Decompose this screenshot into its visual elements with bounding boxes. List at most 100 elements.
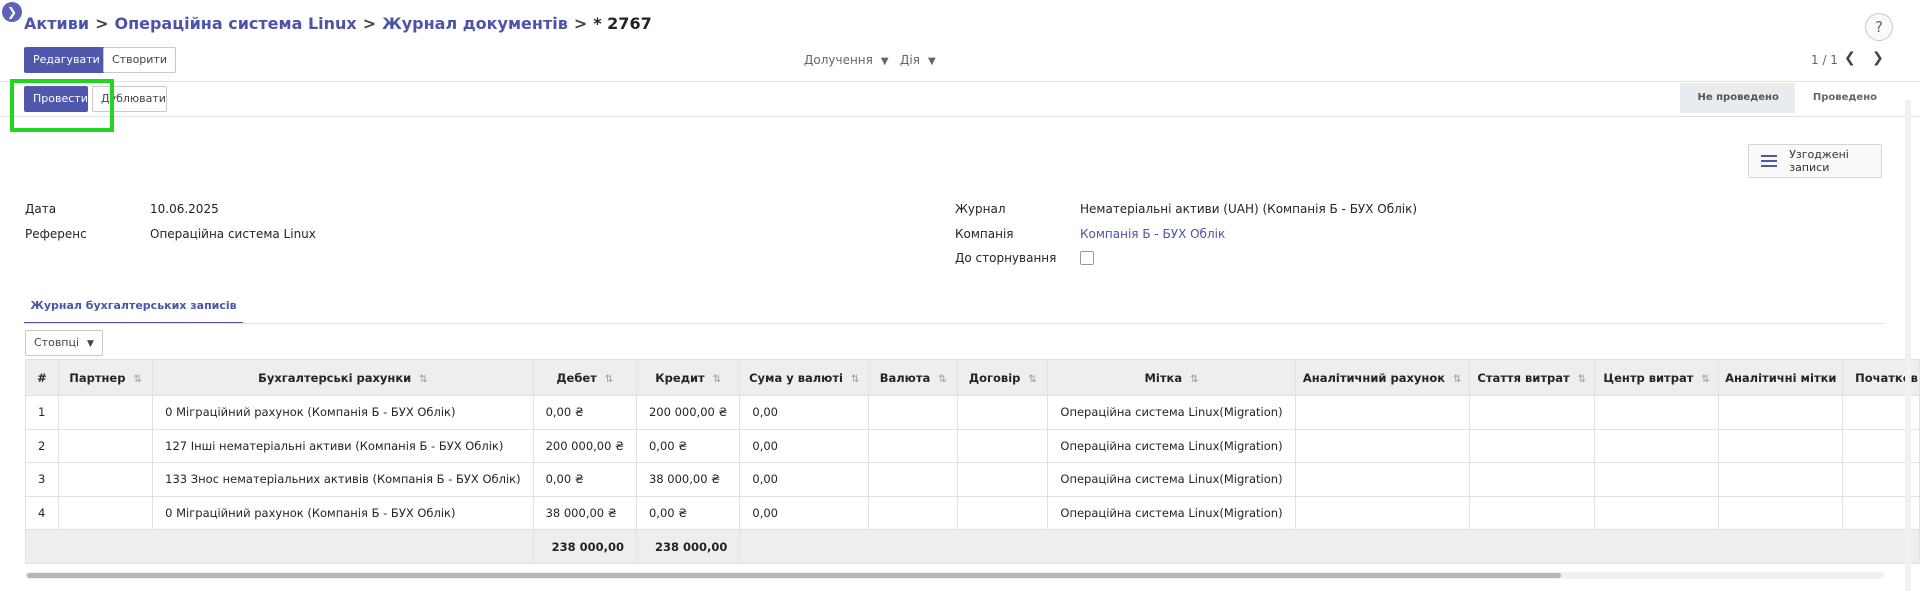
cell-contract[interactable] [957,462,1049,497]
breadcrumb-item-journal-entries[interactable]: Журнал документів [382,14,568,33]
cell-amount-currency[interactable]: 0,00 [739,462,870,497]
cell-amount-currency[interactable]: 0,00 [739,495,870,530]
cell-debit[interactable]: 0,00 ₴ [532,462,637,497]
cell-debit[interactable]: 38 000,00 ₴ [532,495,637,530]
chevron-right-icon: > [573,14,588,33]
cell-analytic-account[interactable] [1294,395,1470,430]
cell-account[interactable]: 0 Міграційний рахунок (Компанія Б - БУХ … [152,395,534,430]
cell-credit[interactable]: 38 000,00 ₴ [635,462,741,497]
cell-amount-currency[interactable]: 0,00 [739,395,870,430]
cell-label[interactable]: Операційна система Linux(Migration) [1047,495,1296,530]
column-header[interactable]: Договір ⇅ [957,359,1049,396]
attachments-dropdown[interactable]: Долучення ▼ [804,53,889,67]
chevron-down-icon: ▼ [927,56,936,67]
to-reverse-checkbox[interactable] [1080,251,1094,265]
pager-next-icon[interactable]: ❯ [1872,50,1884,66]
chevron-right-icon: > [95,14,109,33]
cell-partner[interactable] [57,495,154,530]
edit-button[interactable]: Редагувати [24,47,109,73]
cell-currency[interactable] [868,462,959,497]
cell-partner[interactable] [57,395,154,430]
column-header[interactable]: Мітка ⇅ [1047,359,1296,396]
pager-value[interactable]: 1 / 1 [1811,53,1838,67]
sort-icon: ⇅ [1577,373,1587,385]
column-header-currency: Валюта [879,370,931,385]
column-header-cost-center: Центр витрат [1603,370,1694,385]
breadcrumb: Активи > Операційна система Linux > Журнал д… [24,14,652,33]
column-header[interactable]: Центр витрат ⇅ [1593,359,1720,396]
reconciled-entries-label: Узгоджені записи [1789,148,1849,174]
cell-analytic-tags[interactable] [1718,462,1844,497]
column-header[interactable]: Аналітичний рахунок ⇅ [1294,359,1470,396]
sort-icon: ⇅ [1190,373,1199,385]
cell-credit[interactable]: 0,00 ₴ [635,428,741,463]
cell-account[interactable]: 0 Міграційний рахунок (Компанія Б - БУХ … [152,495,534,530]
cell-expense-item[interactable] [1468,428,1595,463]
cell-analytic-account[interactable] [1294,428,1470,463]
create-button[interactable]: Створити [103,47,176,73]
vertical-scrollbar[interactable] [1905,100,1911,591]
cell-contract[interactable] [957,395,1049,430]
date-label: Дата [25,202,57,216]
cell-credit[interactable]: 0,00 ₴ [635,495,741,530]
cell-debit[interactable]: 200 000,00 ₴ [532,428,637,463]
column-header[interactable]: Дебет ⇅ [532,359,637,396]
cell-label[interactable]: Операційна система Linux(Migration) [1047,428,1296,463]
cell-analytic-tags[interactable] [1718,428,1844,463]
reconciled-entries-button[interactable]: Узгоджені записи [1748,144,1882,178]
cell-debit[interactable]: 0,00 ₴ [532,395,637,430]
horizontal-scrollbar-thumb[interactable] [27,573,1561,578]
column-header[interactable]: Бухгалтерські рахунки ⇅ [152,359,534,396]
breadcrumb-item-assets[interactable]: Активи [24,14,89,33]
help-button[interactable]: ? [1865,13,1893,41]
company-link[interactable]: Компанія Б - БУХ Облік [1080,227,1225,241]
action-dropdown[interactable]: Дія ▼ [900,53,936,67]
table-row[interactable]: 3 133 Знос нематеріальних активів (Компа… [25,462,1920,497]
cell-currency[interactable] [868,495,959,530]
cell-analytic-account[interactable] [1294,495,1470,530]
cell-expense-item[interactable] [1468,462,1595,497]
date-value: 10.06.2025 [150,202,219,216]
cell-expense-item[interactable] [1468,495,1595,530]
sort-icon: ⇅ [1028,373,1037,385]
cell-cost-center[interactable] [1593,428,1720,463]
column-header[interactable]: Партнер ⇅ [57,359,154,396]
cell-cost-center[interactable] [1593,495,1720,530]
table-row[interactable]: 1 0 Міграційний рахунок (Компанія Б - БУ… [25,395,1920,430]
sidebar-toggle-icon[interactable]: ❯ [2,2,22,22]
column-header[interactable]: Сума у валюті ⇅ [739,359,870,396]
cell-credit[interactable]: 200 000,00 ₴ [635,395,741,430]
tab-journal-items[interactable]: Журнал бухгалтерських записів [24,288,243,324]
total-debit: 238 000,00 [532,529,637,564]
column-header[interactable]: Кредит ⇅ [635,359,741,396]
pager-previous-icon[interactable]: ❮ [1844,50,1856,66]
columns-button[interactable]: Стовпці ▼ [25,330,103,356]
sort-icon: ⇅ [1453,373,1462,385]
table-row[interactable]: 4 0 Міграційний рахунок (Компанія Б - БУ… [25,495,1920,530]
cell-cost-center[interactable] [1593,462,1720,497]
cell-contract[interactable] [957,428,1049,463]
cell-label[interactable]: Операційна система Linux(Migration) [1047,395,1296,430]
cell-cost-center[interactable] [1593,395,1720,430]
column-header[interactable]: Валюта ⇅ [868,359,959,396]
cell-account[interactable]: 133 Знос нематеріальних активів (Компані… [152,462,534,497]
cell-contract[interactable] [957,495,1049,530]
breadcrumb-item-asset[interactable]: Операційна система Linux [114,14,356,33]
cell-analytic-account[interactable] [1294,462,1470,497]
cell-account[interactable]: 127 Інші нематеріальні активи (Компанія … [152,428,534,463]
cell-partner[interactable] [57,462,154,497]
status-step-posted[interactable]: Проведено [1794,83,1893,113]
table-header-row: # Партнер ⇅ Бухгалтерські рахунки ⇅ Дебет ⇅… [25,359,1920,396]
cell-expense-item[interactable] [1468,395,1595,430]
cell-label[interactable]: Операційна система Linux(Migration) [1047,462,1296,497]
cell-partner[interactable] [57,428,154,463]
cell-analytic-tags[interactable] [1718,395,1844,430]
column-header[interactable]: Стаття витрат ⇅ [1468,359,1595,396]
cell-analytic-tags[interactable] [1718,495,1844,530]
cell-currency[interactable] [868,428,959,463]
cell-amount-currency[interactable]: 0,00 [739,428,870,463]
column-header-number: # [37,370,47,385]
status-step-draft[interactable]: Не проведено [1679,83,1795,113]
cell-currency[interactable] [868,395,959,430]
table-row[interactable]: 2 127 Інші нематеріальні активи (Компані… [25,428,1920,463]
